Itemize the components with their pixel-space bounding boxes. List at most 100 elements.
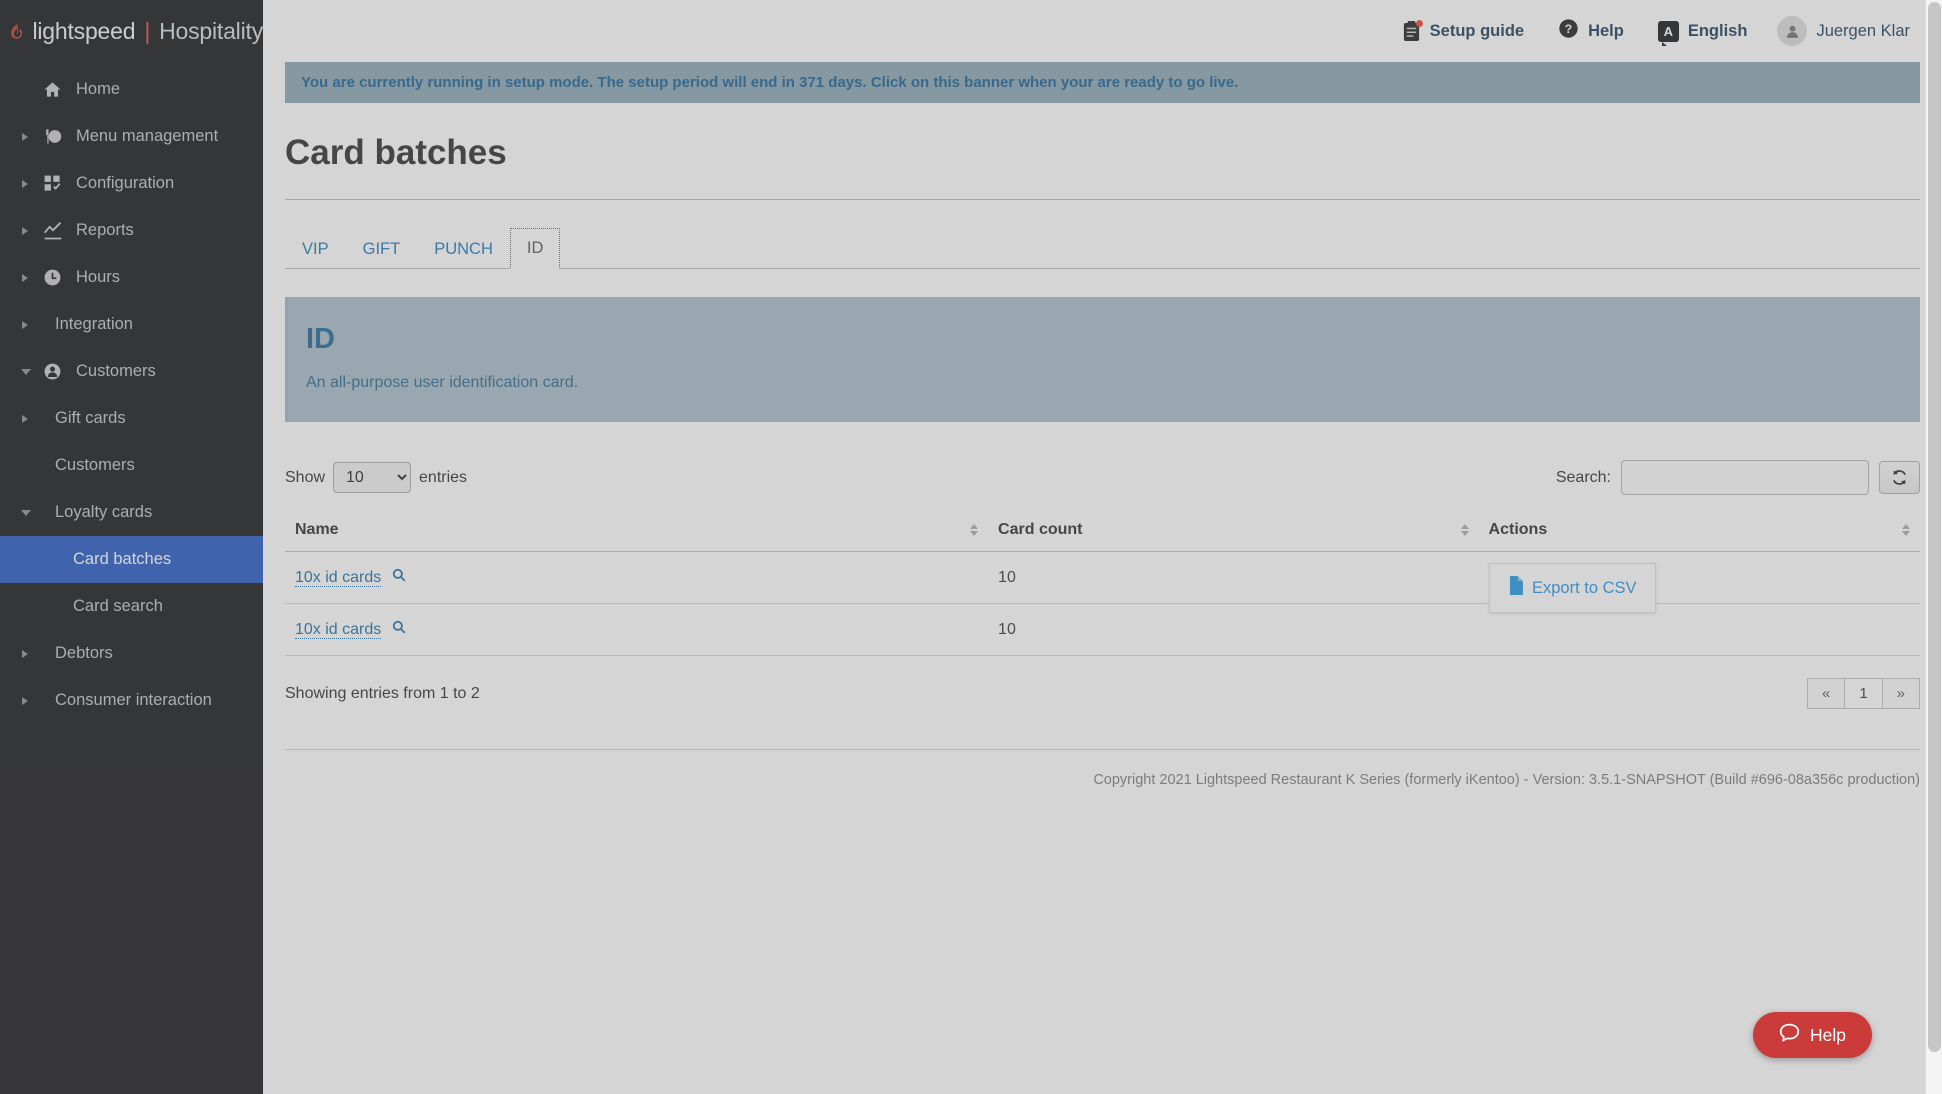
tab-vip[interactable]: VIP	[285, 229, 346, 269]
cell-card-count: 10	[988, 551, 1479, 604]
column-label: Actions	[1488, 521, 1548, 538]
column-header-name[interactable]: Name	[285, 509, 989, 552]
table-head: Name Card count Actions	[285, 509, 1920, 552]
export-to-csv-label: Export to CSV	[1532, 578, 1637, 597]
page-scrollbar[interactable]	[1925, 0, 1942, 1094]
tab-punch[interactable]: PUNCH	[417, 229, 510, 269]
app-root: lightspeed | Hospitality Home Menu manag…	[0, 0, 1942, 1094]
sidebar-item-label: Consumer interaction	[55, 691, 212, 709]
show-entries-control: Show 10 25 50 100 entries	[285, 462, 467, 493]
column-label: Name	[295, 521, 339, 538]
table-body: 10x id cards 10 10x id cards 10	[285, 551, 1920, 656]
chevron-right-icon	[22, 696, 28, 705]
help-button[interactable]: ? Help	[1558, 18, 1624, 44]
reports-icon	[42, 220, 63, 241]
language-label: English	[1687, 21, 1748, 40]
tab-id[interactable]: ID	[509, 228, 561, 269]
batch-name-link[interactable]: 10x id cards	[295, 621, 382, 639]
sidebar-item-hours[interactable]: Hours	[0, 254, 263, 301]
sidebar-item-gift-cards[interactable]: Gift cards	[0, 395, 263, 442]
sidebar-item-menu-management[interactable]: Menu management	[0, 113, 263, 160]
brand-product: Hospitality	[159, 17, 263, 44]
search-label: Search:	[1555, 468, 1611, 486]
sidebar-item-customers-sub[interactable]: Customers	[0, 442, 263, 489]
sidebar-item-card-batches[interactable]: Card batches	[0, 536, 263, 583]
pagination-next[interactable]: »	[1881, 678, 1920, 709]
page-bottom-strip	[526, 1060, 1925, 1094]
cell-name: 10x id cards	[285, 551, 989, 604]
file-csv-icon	[1508, 576, 1524, 600]
batch-name-link[interactable]: 10x id cards	[295, 569, 382, 587]
setup-guide-button[interactable]: Setup guide	[1402, 19, 1525, 42]
refresh-icon	[1893, 470, 1906, 485]
scrollbar-thumb[interactable]	[1928, 2, 1941, 1052]
search-icon[interactable]	[392, 620, 406, 638]
help-label: Help	[1588, 21, 1624, 40]
entries-label: entries	[419, 468, 468, 486]
refresh-button[interactable]	[1879, 461, 1920, 494]
language-selector[interactable]: A English	[1657, 20, 1748, 46]
main-content: Setup guide ? Help A English Juergen Kla…	[263, 0, 1942, 1094]
clipboard-icon	[1402, 19, 1423, 42]
sidebar-item-label: Reports	[76, 221, 134, 239]
chevron-right-icon	[22, 226, 28, 235]
user-icon	[42, 361, 63, 382]
sidebar-item-customers[interactable]: Customers	[0, 348, 263, 395]
panel-title: ID	[306, 323, 335, 355]
sidebar-item-integration[interactable]: Integration	[0, 301, 263, 348]
brand-name: lightspeed	[32, 17, 136, 44]
sidebar-item-home[interactable]: Home	[0, 66, 263, 113]
sidebar-item-consumer-interaction[interactable]: Consumer interaction	[0, 677, 263, 724]
question-circle-icon: ?	[1558, 18, 1579, 44]
sidebar-item-debtors[interactable]: Debtors	[0, 630, 263, 677]
chevron-right-icon	[22, 132, 28, 141]
content-area: You are currently running in setup mode.…	[263, 62, 1942, 788]
table-row: 10x id cards 10	[285, 603, 1920, 656]
sidebar-item-label: Card search	[73, 597, 163, 615]
tab-gift[interactable]: GIFT	[346, 229, 418, 269]
clock-icon	[42, 267, 63, 288]
column-header-card-count[interactable]: Card count	[988, 509, 1479, 552]
help-widget-label: Help	[1810, 1024, 1846, 1045]
search-control: Search:	[1556, 460, 1920, 495]
top-bar: Setup guide ? Help A English Juergen Kla…	[263, 0, 1942, 62]
chevron-down-icon	[21, 509, 31, 516]
lightspeed-flame-icon	[11, 23, 23, 39]
sidebar-item-label: Gift cards	[55, 409, 126, 427]
sidebar-item-reports[interactable]: Reports	[0, 207, 263, 254]
brand-logo[interactable]: lightspeed | Hospitality	[0, 0, 263, 62]
page-title: Card batches	[285, 133, 1920, 200]
chat-bubble-icon	[1779, 1022, 1800, 1048]
setup-mode-banner[interactable]: You are currently running in setup mode.…	[285, 62, 1920, 103]
setup-guide-label: Setup guide	[1429, 21, 1525, 40]
home-icon	[42, 79, 63, 100]
user-name: Juergen Klar	[1816, 21, 1910, 40]
avatar	[1777, 16, 1808, 46]
card-batches-table: Name Card count Actions 10x id cards 10 …	[285, 509, 1920, 656]
pagination-prev[interactable]: «	[1806, 678, 1846, 709]
sidebar: lightspeed | Hospitality Home Menu manag…	[0, 0, 263, 1094]
svg-text:?: ?	[1565, 22, 1572, 36]
search-icon[interactable]	[392, 568, 406, 586]
sort-arrows-icon	[970, 524, 979, 536]
pagination-page-1[interactable]: 1	[1844, 678, 1883, 709]
cell-name: 10x id cards	[285, 603, 989, 656]
table-footer: Showing entries from 1 to 2 « 1 »	[285, 678, 1920, 709]
sidebar-item-card-search[interactable]: Card search	[0, 583, 263, 630]
sidebar-item-label: Menu management	[76, 127, 219, 145]
search-input[interactable]	[1621, 460, 1869, 495]
menu-management-icon	[42, 126, 63, 147]
column-header-actions[interactable]: Actions	[1478, 509, 1920, 552]
sidebar-item-configuration[interactable]: Configuration	[0, 160, 263, 207]
sidebar-item-label: Customers	[55, 456, 135, 474]
chevron-right-icon	[22, 320, 28, 329]
user-menu[interactable]: Juergen Klar	[1777, 16, 1910, 46]
help-widget-button[interactable]: Help	[1753, 1012, 1872, 1058]
show-label: Show	[285, 468, 326, 486]
sort-arrows-icon	[1460, 524, 1469, 536]
page-size-select[interactable]: 10 25 50 100	[333, 462, 412, 493]
copyright-text: Copyright 2021 Lightspeed Restaurant K S…	[1093, 772, 1920, 788]
sidebar-item-label: Integration	[55, 315, 133, 333]
export-to-csv-button[interactable]: Export to CSV	[1489, 563, 1656, 613]
sidebar-item-loyalty-cards[interactable]: Loyalty cards	[0, 489, 263, 536]
